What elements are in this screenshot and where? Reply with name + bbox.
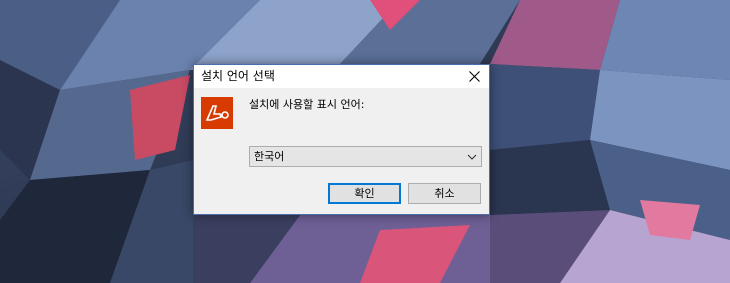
dialog-title: 설치 언어 선택 — [201, 69, 275, 83]
chevron-down-icon — [467, 154, 477, 160]
cancel-button[interactable]: 취소 — [408, 183, 481, 204]
close-icon — [468, 71, 480, 82]
language-dropdown[interactable]: 한국어 — [249, 146, 482, 167]
dialog-titlebar[interactable]: 설치 언어 선택 — [194, 65, 489, 88]
close-button[interactable] — [459, 65, 489, 88]
installer-app-icon — [201, 97, 233, 129]
language-selection-dialog: 설치 언어 선택 설치에 사용할 표시 언어: 한국어 확인 취소 — [193, 64, 490, 215]
language-prompt: 설치에 사용할 표시 언어: — [249, 98, 365, 111]
ok-button[interactable]: 확인 — [328, 183, 401, 204]
language-selected-value: 한국어 — [254, 150, 285, 163]
